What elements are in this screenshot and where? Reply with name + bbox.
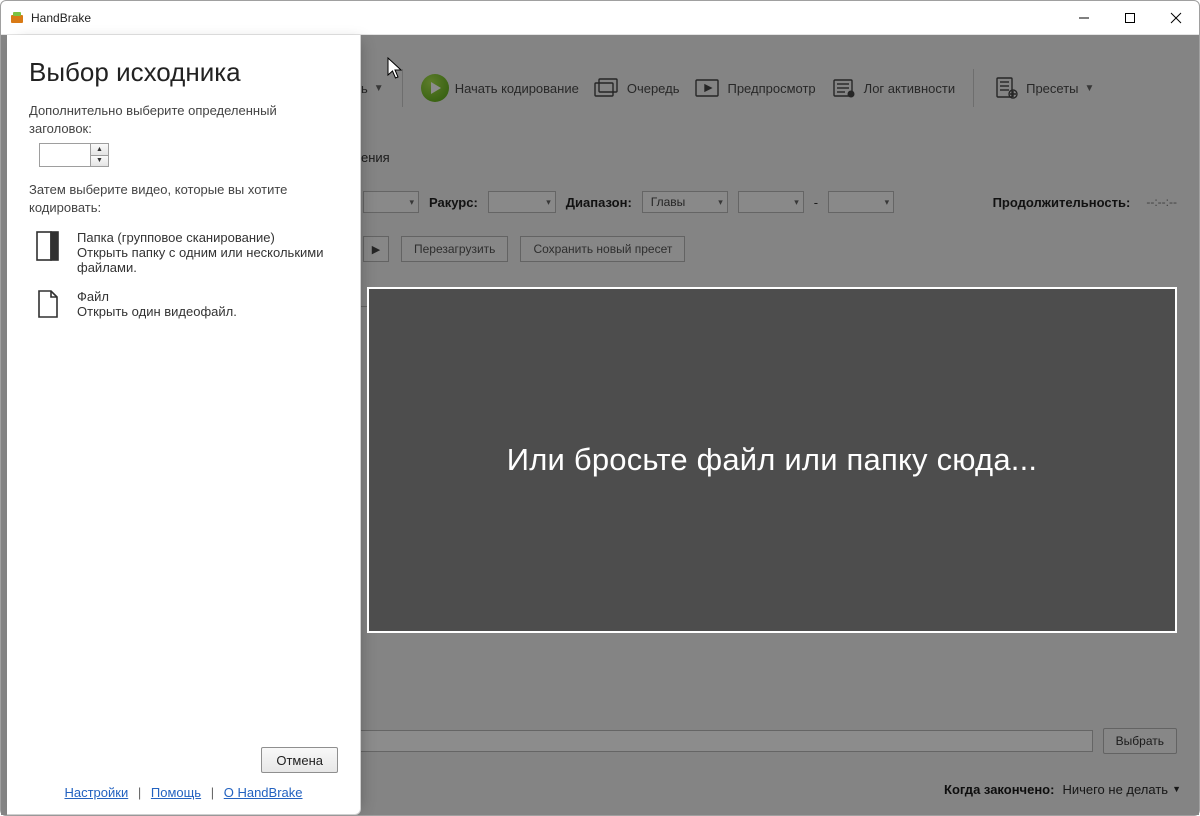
- open-folder-option[interactable]: Папка (групповое сканирование) Открыть п…: [33, 230, 338, 275]
- title-number-spinner[interactable]: ▲ ▼: [39, 143, 338, 167]
- maximize-button[interactable]: [1107, 1, 1153, 35]
- open-folder-title: Папка (групповое сканирование): [77, 230, 338, 245]
- open-file-option[interactable]: Файл Открыть один видеофайл.: [33, 289, 338, 323]
- window-title: HandBrake: [31, 11, 91, 25]
- title-number-input[interactable]: [39, 143, 91, 167]
- spin-up-button[interactable]: ▲: [91, 143, 109, 155]
- panel-paragraph-1: Дополнительно выберите определенный заго…: [29, 102, 338, 137]
- app-icon: [9, 10, 25, 26]
- folder-icon: [33, 230, 63, 264]
- close-button[interactable]: [1153, 1, 1199, 35]
- title-bar: HandBrake: [1, 1, 1199, 35]
- open-file-subtitle: Открыть один видеофайл.: [77, 304, 237, 319]
- drop-area[interactable]: Или бросьте файл или папку сюда...: [367, 287, 1177, 633]
- panel-heading: Выбор исходника: [29, 57, 338, 88]
- open-file-title: Файл: [77, 289, 237, 304]
- file-icon: [33, 289, 63, 323]
- help-link[interactable]: Помощь: [151, 785, 201, 800]
- cancel-button[interactable]: Отмена: [261, 747, 338, 773]
- about-link[interactable]: О HandBrake: [224, 785, 303, 800]
- panel-footer-links: Настройки | Помощь | О HandBrake: [7, 779, 360, 814]
- drop-message: Или бросьте файл или папку сюда...: [507, 442, 1037, 478]
- spin-down-button[interactable]: ▼: [91, 155, 109, 168]
- panel-paragraph-2: Затем выберите видео, которые вы хотите …: [29, 181, 338, 216]
- open-folder-subtitle: Открыть папку с одним или несколькими фа…: [77, 245, 338, 275]
- settings-link[interactable]: Настройки: [64, 785, 128, 800]
- link-separator: |: [211, 785, 214, 800]
- source-selection-panel: Выбор исходника Дополнительно выберите о…: [7, 35, 361, 815]
- minimize-button[interactable]: [1061, 1, 1107, 35]
- link-separator: |: [138, 785, 141, 800]
- window-controls: [1061, 1, 1199, 35]
